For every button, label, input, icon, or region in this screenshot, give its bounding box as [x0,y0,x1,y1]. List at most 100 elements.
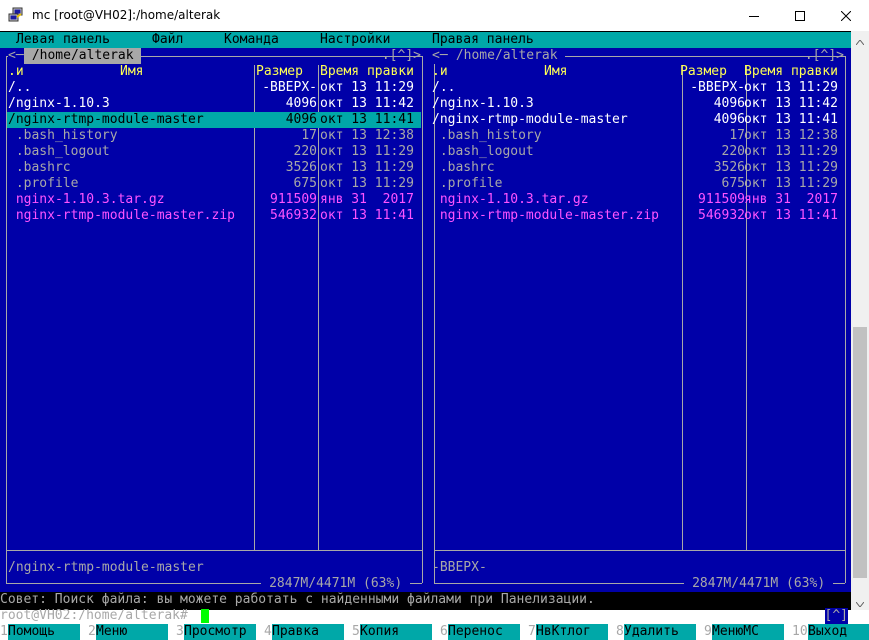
file-name[interactable]: .bash_history [8,128,118,144]
file-size: 220 [293,144,317,159]
fkey-label: НвКтлог [536,624,608,640]
file-time: окт 13 11:29 [320,144,414,159]
file-name[interactable]: /nginx-rtmp-module-master [432,112,628,128]
fkey-label: Просмотр [184,624,256,640]
fkey-number: 7 [528,624,536,639]
chevron-up-icon [855,30,865,49]
file-name[interactable]: /nginx-1.10.3 [8,96,110,112]
scroll-down-button[interactable] [851,593,869,610]
terminal-scrollbar[interactable] [851,31,869,610]
file-size: 911509 [270,192,317,207]
fkey-number: 8 [616,624,624,639]
file-name[interactable]: .profile [8,176,79,192]
terminal-area[interactable]: Левая панель Файл Команда Настройки Правая п… [0,31,869,640]
fkey-5[interactable]: 5 Копия [352,624,440,640]
right-col-size[interactable]: Размер [680,64,727,80]
file-name[interactable]: nginx-1.10.3.tar.gz [8,192,165,208]
fkey-label: МенюMC [712,624,784,640]
fkey-label: Правка [272,624,344,640]
file-size: -ВВЕРХ- [262,80,317,95]
fkey-number: 2 [88,624,96,639]
file-size: 3526 [285,160,317,175]
right-frame-right [845,56,846,583]
file-name[interactable]: nginx-rtmp-module-master.zip [432,208,659,224]
right-panel-corner[interactable]: <─ [432,48,448,64]
file-size: 3526 [713,160,745,175]
left-col-sep-size [254,65,255,550]
file-size: 675 [293,176,317,191]
file-time: окт 13 11:29 [744,144,838,159]
left-panel-path[interactable]: /home/alterak [24,48,142,64]
file-size: 4096 [285,112,317,127]
right-col-name[interactable]: Имя [544,64,567,80]
file-name[interactable]: /nginx-1.10.3 [432,96,534,112]
right-panel-status: -ВВЕРХ- [432,560,487,575]
file-name[interactable]: .bash_logout [432,144,534,160]
left-col-size[interactable]: Размер [256,64,303,80]
file-time: окт 13 12:38 [320,128,414,143]
fkey-label: Помощь [8,624,80,640]
file-time: окт 13 11:29 [744,176,838,191]
file-name[interactable]: .bashrc [8,160,71,176]
file-name[interactable]: .bash_history [432,128,542,144]
menu-item-2[interactable]: Команда [224,32,279,48]
fkey-4[interactable]: 4 Правка [264,624,352,640]
file-time: окт 13 11:29 [744,80,838,95]
right-col-sort[interactable]: .и [432,64,448,80]
scroll-up-button[interactable] [851,31,869,48]
file-size: 546932 [270,208,317,223]
fkey-2[interactable]: 2 Меню [88,624,176,640]
fkey-number: 10 [792,624,808,639]
fkey-7[interactable]: 7 НвКтлог [528,624,616,640]
fkey-9[interactable]: 9 МенюMC [704,624,792,640]
file-time: окт 13 11:29 [320,160,414,175]
file-size: 675 [721,176,745,191]
left-frame-divider [6,550,422,551]
fkey-10[interactable]: 10 Выход [792,624,869,640]
fkey-3[interactable]: 3 Просмотр [176,624,264,640]
file-size: 4096 [713,96,745,111]
left-panel-free-space: 2847M/4471M (63%) [261,576,410,592]
window-title: mc [root@VH02]:/home/alterak [32,8,221,22]
left-col-sort[interactable]: .и [8,64,24,80]
fkey-6[interactable]: 6 Перенос [440,624,528,640]
menu-item-4[interactable]: Правая панель [432,32,534,48]
prompt-history-button[interactable]: [^] [824,608,848,624]
maximize-button[interactable] [777,0,823,31]
file-name[interactable]: .bashrc [432,160,495,176]
close-button[interactable] [823,0,869,31]
left-frame-left [6,56,7,583]
scrollbar-thumb[interactable] [853,327,867,578]
right-col-time[interactable]: Время правки [744,64,838,80]
minimize-button[interactable] [731,0,777,31]
left-col-name[interactable]: Имя [120,64,143,80]
menu-item-0[interactable]: Левая панель [16,32,110,48]
file-name[interactable]: /nginx-rtmp-module-master [8,112,204,128]
fkey-8[interactable]: 8 Удалить [616,624,704,640]
left-panel-corner[interactable]: <─ [8,48,24,64]
file-time: окт 13 11:29 [744,160,838,175]
right-panel-path[interactable]: /home/alterak [448,48,566,64]
putty-icon[interactable] [8,7,24,23]
file-name[interactable]: .profile [432,176,503,192]
file-size: 220 [721,144,745,159]
file-time: окт 13 11:29 [320,80,414,95]
file-size: 17 [729,128,745,143]
file-name[interactable]: /.. [8,80,31,96]
menu-bar [0,32,851,48]
file-name[interactable]: /.. [432,80,455,96]
file-name[interactable]: nginx-1.10.3.tar.gz [432,192,589,208]
left-col-time[interactable]: Время правки [320,64,414,80]
left-panel-status: /nginx-rtmp-module-master [8,560,204,575]
fkey-1[interactable]: 1 Помощь [0,624,88,640]
left-panel-history: .[^]> [381,48,421,63]
file-name[interactable]: nginx-rtmp-module-master.zip [8,208,235,224]
right-panel-free-space: 2847M/4471M (63%) [684,576,833,592]
menu-item-3[interactable]: Настройки [320,32,390,48]
right-col-sep-size [682,65,683,550]
window-titlebar: mc [root@VH02]:/home/alterak [0,0,869,31]
file-name[interactable]: .bash_logout [8,144,110,160]
menu-item-1[interactable]: Файл [152,32,183,48]
fkey-number: 3 [176,624,184,639]
file-time: янв 31 2017 [744,192,838,207]
